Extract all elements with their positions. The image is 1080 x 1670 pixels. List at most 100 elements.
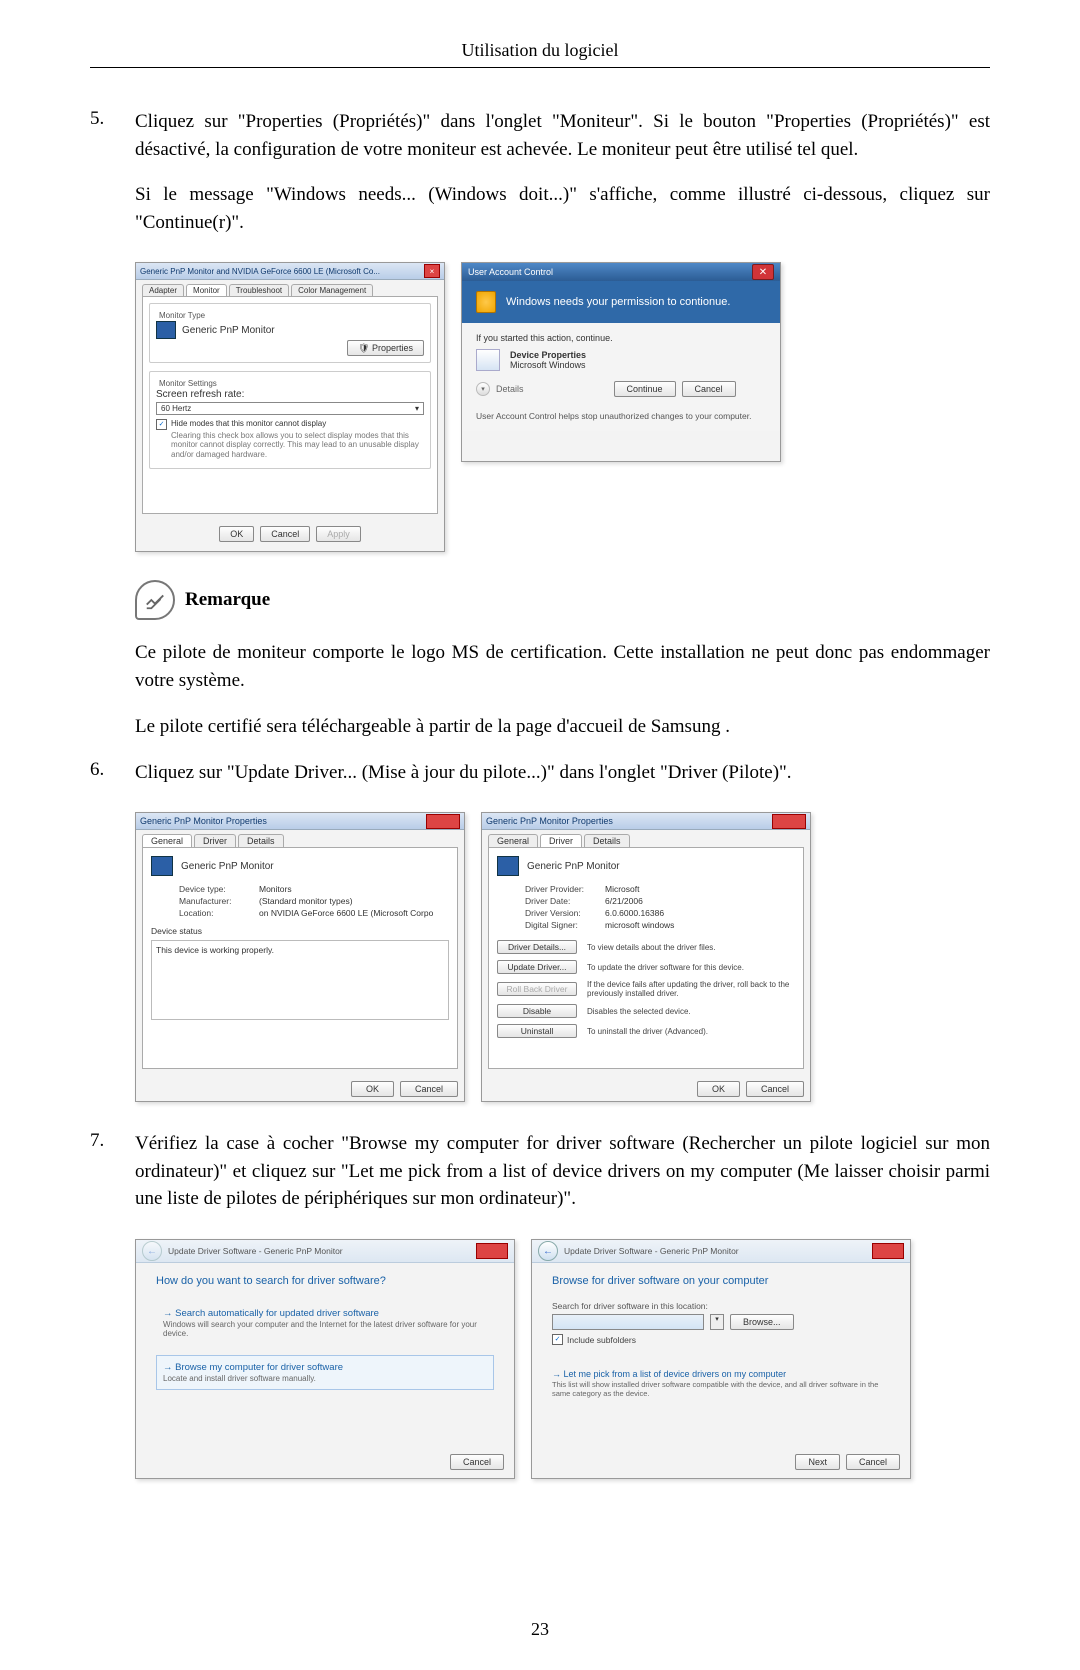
wizard-breadcrumb: Update Driver Software - Generic PnP Mon… <box>564 1246 739 1256</box>
next-button[interactable]: Next <box>795 1454 840 1470</box>
tab-general[interactable]: General <box>142 834 192 847</box>
manufacturer-value: (Standard monitor types) <box>259 896 353 906</box>
disable-button[interactable]: Disable <box>497 1004 577 1018</box>
back-icon[interactable]: ← <box>538 1241 558 1261</box>
shield-icon <box>476 291 496 313</box>
details-expander[interactable]: ▾ Details <box>476 382 524 396</box>
refresh-rate-value: 60 Hertz <box>161 404 191 413</box>
close-icon[interactable]: × <box>424 264 440 278</box>
tab-monitor[interactable]: Monitor <box>186 284 227 296</box>
wizard-question: How do you want to search for driver sof… <box>156 1275 494 1287</box>
option-search-automatically[interactable]: → Search automatically for updated drive… <box>156 1301 494 1345</box>
tab-driver[interactable]: Driver <box>540 834 582 847</box>
uac-app-publisher: Microsoft Windows <box>510 360 586 370</box>
step-6-text: Cliquez sur "Update Driver... (Mise à jo… <box>135 759 990 787</box>
close-icon[interactable] <box>426 814 460 829</box>
driver-details-button[interactable]: Driver Details... <box>497 940 577 954</box>
page-number: 23 <box>90 1619 990 1640</box>
dialog-titlebar: Generic PnP Monitor and NVIDIA GeForce 6… <box>136 263 444 280</box>
chevron-down-icon[interactable]: ▾ <box>710 1314 724 1330</box>
option-1-title: Search automatically for updated driver … <box>175 1308 379 1319</box>
uac-headline: Windows needs your permission to contion… <box>506 296 730 308</box>
uac-footer-text: User Account Control helps stop unauthor… <box>476 411 766 421</box>
step-6: 6. Cliquez sur "Update Driver... (Mise à… <box>90 759 990 787</box>
driver-provider-label: Driver Provider: <box>525 884 605 894</box>
monitor-properties-dialog: Generic PnP Monitor and NVIDIA GeForce 6… <box>135 262 445 552</box>
close-icon[interactable] <box>476 1243 508 1259</box>
properties-button[interactable]: 🛡 Properties <box>347 340 424 356</box>
back-icon[interactable]: ← <box>142 1241 162 1261</box>
dialog-title: Generic PnP Monitor Properties <box>140 816 267 826</box>
note-paragraph-2: Le pilote certifié sera téléchargeable à… <box>135 713 990 741</box>
browse-button[interactable]: Browse... <box>730 1314 794 1330</box>
cancel-button[interactable]: Cancel <box>846 1454 900 1470</box>
ok-button[interactable]: OK <box>351 1081 394 1097</box>
update-driver-button[interactable]: Update Driver... <box>497 960 577 974</box>
close-icon[interactable] <box>772 814 806 829</box>
apply-button[interactable]: Apply <box>316 526 361 542</box>
close-icon[interactable]: ✕ <box>752 264 774 280</box>
device-properties-general-dialog: Generic PnP Monitor Properties General D… <box>135 812 465 1102</box>
cancel-button[interactable]: Cancel <box>450 1454 504 1470</box>
cancel-button[interactable]: Cancel <box>746 1081 804 1097</box>
device-type-value: Monitors <box>259 884 292 894</box>
let-me-pick-label: Let me pick from a list of device driver… <box>564 1369 787 1379</box>
cancel-button[interactable]: Cancel <box>682 381 736 397</box>
tab-troubleshoot[interactable]: Troubleshoot <box>229 284 289 296</box>
step-7: 7. Vérifiez la case à cocher "Browse my … <box>90 1130 990 1213</box>
tab-general[interactable]: General <box>488 834 538 847</box>
tab-driver[interactable]: Driver <box>194 834 236 847</box>
step-7-number: 7. <box>90 1130 135 1213</box>
step-6-number: 6. <box>90 759 135 787</box>
screenshot-row-1: Generic PnP Monitor and NVIDIA GeForce 6… <box>135 262 990 552</box>
monitor-type-label: Monitor Type <box>156 311 208 320</box>
dialog-panel: Monitor Type Generic PnP Monitor 🛡 Prope… <box>142 296 438 514</box>
note-icon <box>135 580 175 620</box>
tab-details[interactable]: Details <box>238 834 284 847</box>
hide-modes-description: Clearing this check box allows you to se… <box>171 431 424 460</box>
include-subfolders-checkbox[interactable]: ✓ <box>552 1334 563 1345</box>
uac-title: User Account Control <box>468 267 553 277</box>
cancel-button[interactable]: Cancel <box>260 526 310 542</box>
monitor-settings-label: Monitor Settings <box>156 379 220 388</box>
continue-button[interactable]: Continue <box>614 381 676 397</box>
manufacturer-label: Manufacturer: <box>179 896 259 906</box>
monitor-icon <box>497 856 519 876</box>
chevron-down-icon: ▾ <box>415 404 419 413</box>
cancel-button[interactable]: Cancel <box>400 1081 458 1097</box>
step-5-number: 5. <box>90 108 135 236</box>
location-value: on NVIDIA GeForce 6600 LE (Microsoft Cor… <box>259 908 433 918</box>
hide-modes-checkbox[interactable]: ✓ <box>156 419 167 430</box>
note-paragraph-1: Ce pilote de moniteur comporte le logo M… <box>135 639 990 694</box>
tab-details[interactable]: Details <box>584 834 630 847</box>
tab-color-management[interactable]: Color Management <box>291 284 373 296</box>
details-label: Details <box>496 384 524 394</box>
note-label: Remarque <box>185 589 270 611</box>
refresh-rate-select[interactable]: 60 Hertz ▾ <box>156 402 424 415</box>
monitor-icon <box>151 856 173 876</box>
device-name: Generic PnP Monitor <box>181 861 274 872</box>
option-browse-my-computer[interactable]: → Browse my computer for driver software… <box>156 1355 494 1390</box>
note-heading: Remarque <box>135 580 990 620</box>
let-me-pick-link[interactable]: → Let me pick from a list of device driv… <box>552 1369 890 1379</box>
device-status-box: This device is working properly. <box>151 940 449 1020</box>
uac-app-name: Device Properties <box>510 350 586 360</box>
driver-provider-value: Microsoft <box>605 884 639 894</box>
dialog-title: Generic PnP Monitor and NVIDIA GeForce 6… <box>140 267 380 276</box>
roll-back-driver-button[interactable]: Roll Back Driver <box>497 982 577 996</box>
ok-button[interactable]: OK <box>697 1081 740 1097</box>
step-5: 5. Cliquez sur "Properties (Propriétés)"… <box>90 108 990 236</box>
option-2-desc: Locate and install driver software manua… <box>163 1374 487 1383</box>
dialog-tabs: Adapter Monitor Troubleshoot Color Manag… <box>136 280 444 296</box>
uninstall-button[interactable]: Uninstall <box>497 1024 577 1038</box>
device-name: Generic PnP Monitor <box>527 861 620 872</box>
wizard-breadcrumb: Update Driver Software - Generic PnP Mon… <box>168 1246 343 1256</box>
search-path-combobox[interactable] <box>552 1314 704 1330</box>
tab-adapter[interactable]: Adapter <box>142 284 184 296</box>
driver-version-label: Driver Version: <box>525 908 605 918</box>
close-icon[interactable] <box>872 1243 904 1259</box>
ok-button[interactable]: OK <box>219 526 254 542</box>
uac-started-text: If you started this action, continue. <box>476 333 766 343</box>
refresh-rate-label: Screen refresh rate: <box>156 389 424 400</box>
uac-headline-band: Windows needs your permission to contion… <box>462 281 780 323</box>
